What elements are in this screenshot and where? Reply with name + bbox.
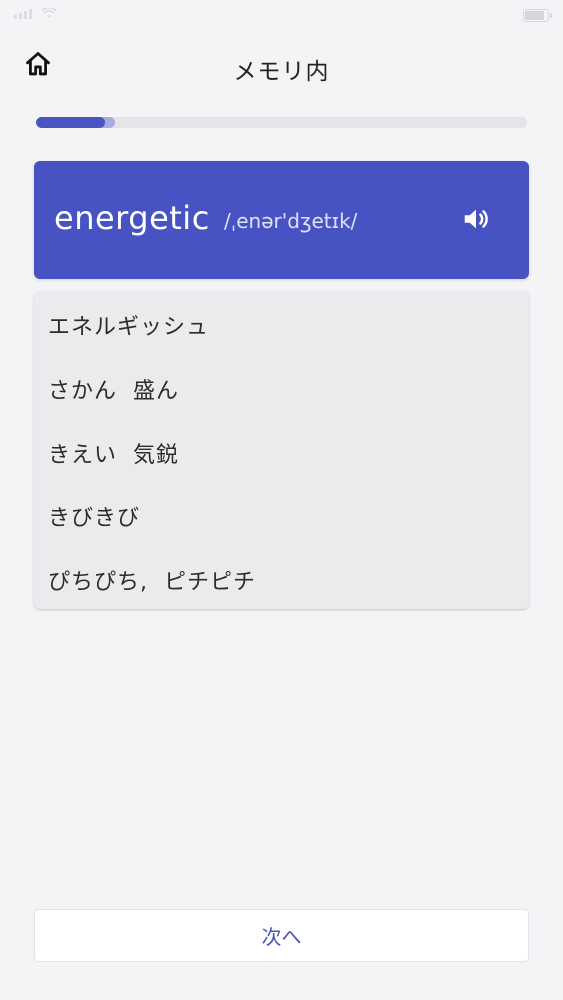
play-audio-button[interactable]: [458, 203, 494, 239]
meaning-item: エネルギッシュ: [48, 315, 210, 340]
status-bar: [0, 0, 563, 30]
meaning-item: ぴちぴち, ピチピチ: [48, 570, 256, 595]
word-card: energetic /ˌenər'dʒetɪk/: [34, 161, 529, 279]
meaning-item: さかん 盛ん: [48, 379, 179, 404]
battery-icon: [523, 8, 552, 22]
page-title: メモリ内: [233, 59, 330, 85]
wifi-icon: [41, 6, 57, 22]
header: メモリ内: [0, 40, 563, 92]
status-left: [14, 6, 57, 22]
meaning-item: きえい 気鋭: [48, 443, 179, 468]
word-text: energetic: [54, 199, 210, 237]
pronunciation-text: /ˌenər'dʒetɪk/: [224, 209, 358, 233]
signal-icon: [14, 8, 36, 22]
next-button[interactable]: 次へ: [34, 909, 529, 962]
meanings-list: エネルギッシュ さかん 盛ん きえい 気鋭 きびきび ぴちぴち, ピチピチ: [34, 291, 529, 609]
progress-fill: [36, 117, 105, 128]
speaker-icon: [461, 204, 491, 238]
meaning-item: きびきび: [48, 506, 141, 531]
progress-bar: [36, 117, 527, 128]
